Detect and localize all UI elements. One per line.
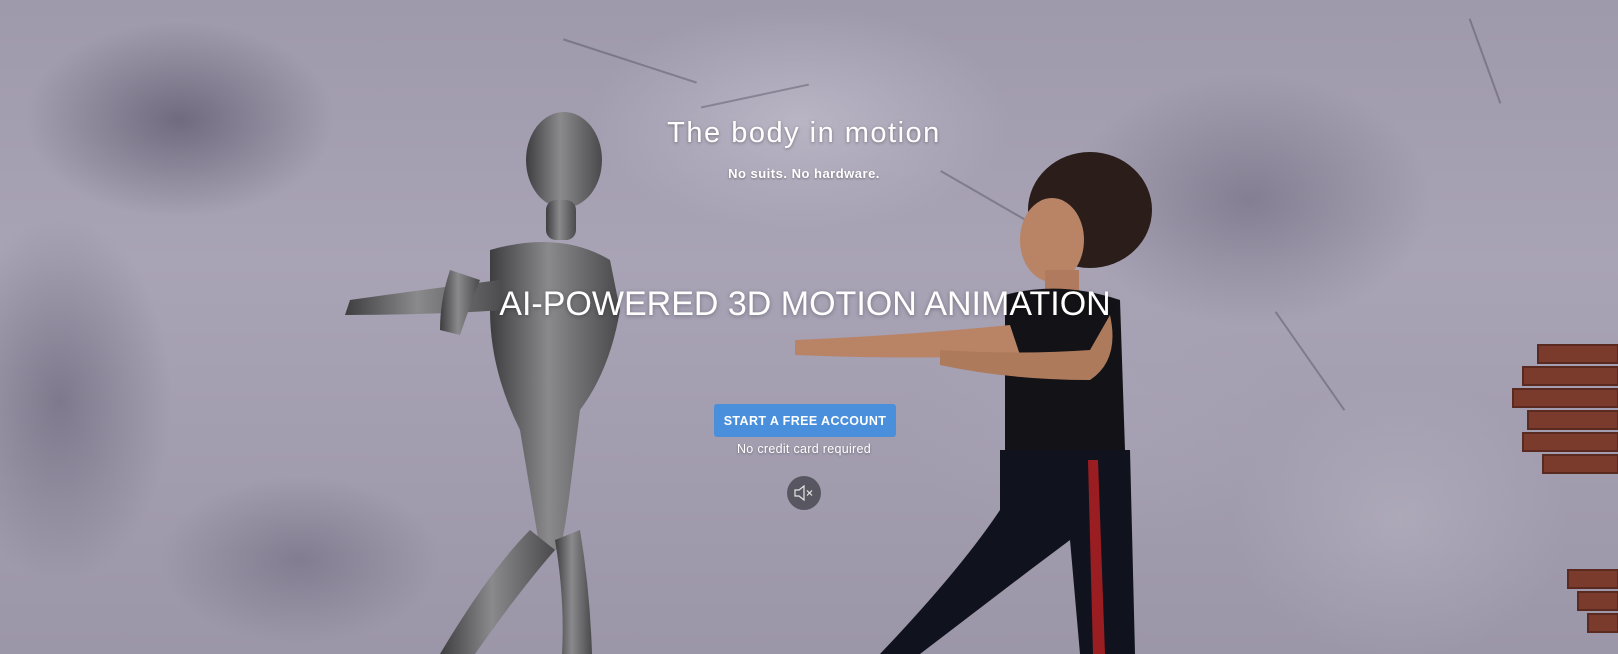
- wall-crack: [700, 83, 810, 109]
- mannequin-figure: [345, 112, 620, 654]
- no-credit-card-note: No credit card required: [736, 442, 872, 456]
- dancer-figure: [795, 152, 1152, 654]
- start-free-account-button[interactable]: START A FREE ACCOUNT: [714, 404, 896, 437]
- hero-subtitle: No suits. No hardware.: [728, 166, 880, 181]
- hero-section: The body in motion No suits. No hardware…: [0, 0, 1618, 654]
- hero-headline: AI-POWERED 3D MOTION ANIMATION: [499, 285, 1111, 323]
- speaker-muted-icon: [794, 484, 813, 502]
- wall-crack: [1274, 311, 1346, 411]
- wall-crack: [563, 38, 697, 84]
- mute-toggle-button[interactable]: [787, 476, 821, 510]
- wall-crack: [1468, 18, 1502, 104]
- brick-wall-detail: [1512, 344, 1618, 633]
- hero-title: The body in motion: [667, 117, 941, 149]
